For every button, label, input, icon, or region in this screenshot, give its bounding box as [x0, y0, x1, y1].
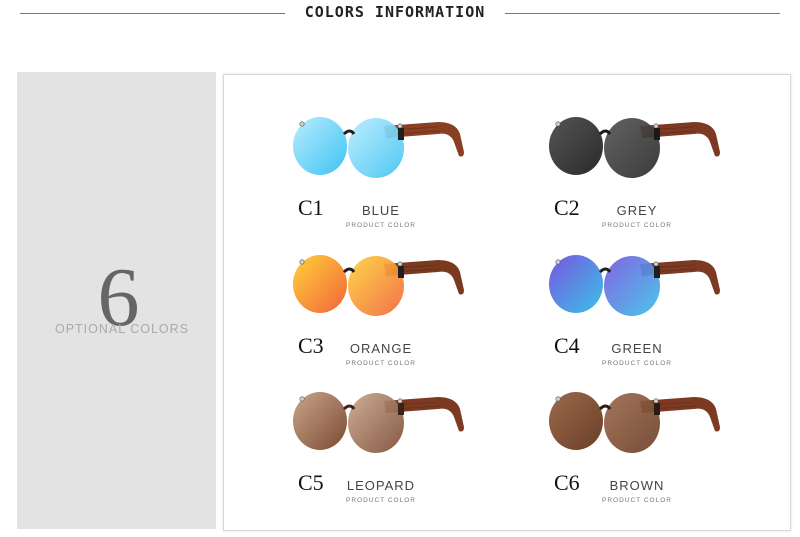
- optional-colors-label: OPTIONAL COLORS: [54, 322, 189, 336]
- color-code: C3: [298, 333, 324, 358]
- product-color-caption: PRODUCT COLOR: [602, 360, 672, 367]
- optional-colors-panel: 6 OPTIONAL COLORS: [17, 72, 216, 529]
- color-code: C5: [298, 470, 324, 495]
- sunglasses-image: [549, 392, 720, 453]
- sunglasses-image: [549, 117, 720, 178]
- product-color-caption: PRODUCT COLOR: [346, 222, 416, 229]
- color-variant-c4: C4 GREEN PRODUCT COLOR: [544, 246, 794, 386]
- color-variant-c3: C3 ORANGE PRODUCT COLOR: [288, 246, 538, 386]
- color-code: C1: [298, 195, 324, 220]
- header-divider-right: [505, 13, 780, 14]
- product-color-caption: PRODUCT COLOR: [346, 497, 416, 504]
- color-variant-c2: C2 GREY PRODUCT COLOR: [544, 108, 794, 248]
- color-code: C2: [554, 195, 580, 220]
- page-title: COLORS INFORMATION: [304, 3, 486, 21]
- color-code: C4: [554, 333, 580, 358]
- header: COLORS INFORMATION: [0, 0, 800, 28]
- color-name: BROWN: [609, 478, 665, 493]
- color-variant-c5: C5 LEOPARD PRODUCT COLOR: [288, 383, 538, 523]
- color-name: BLUE: [362, 203, 400, 218]
- sunglasses-image: [549, 255, 720, 316]
- sunglasses-image: [293, 117, 464, 178]
- header-divider-left: [20, 13, 285, 14]
- color-variant-c1: C1 BLUE PRODUCT COLOR: [288, 108, 538, 248]
- color-variant-c6: C6 BROWN PRODUCT COLOR: [544, 383, 794, 523]
- color-name: ORANGE: [349, 341, 413, 356]
- color-name: LEOPARD: [346, 478, 416, 493]
- product-color-caption: PRODUCT COLOR: [602, 497, 672, 504]
- product-color-caption: PRODUCT COLOR: [602, 222, 672, 229]
- color-name: GREY: [616, 203, 658, 218]
- sunglasses-image: [293, 255, 464, 316]
- sunglasses-image: [293, 392, 464, 453]
- color-code: C6: [554, 470, 580, 495]
- color-name: GREEN: [611, 341, 663, 356]
- product-color-caption: PRODUCT COLOR: [346, 360, 416, 367]
